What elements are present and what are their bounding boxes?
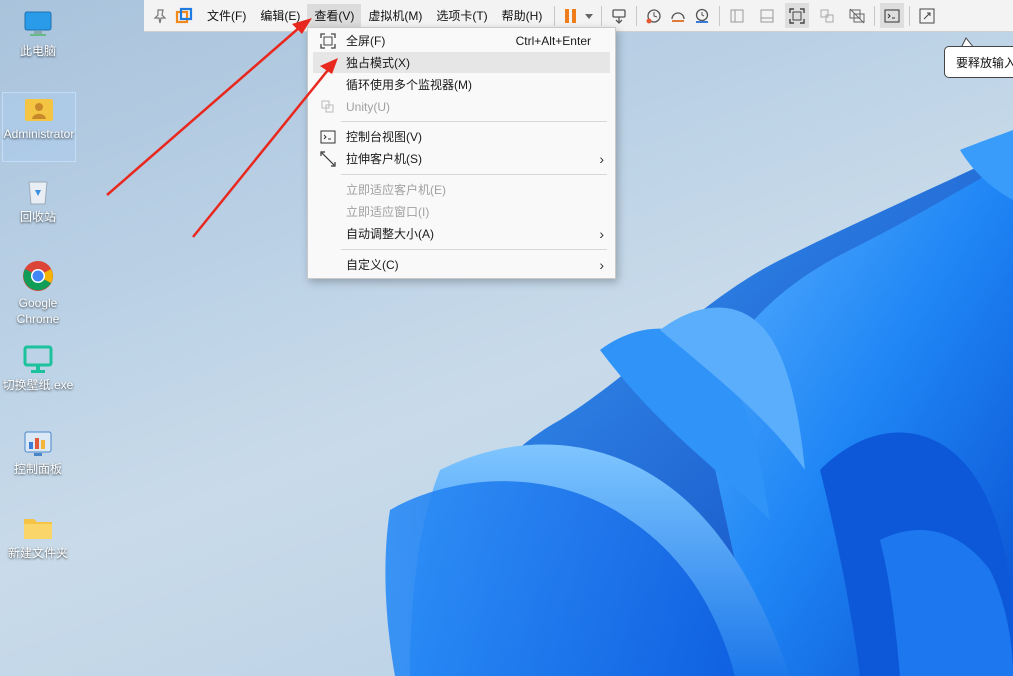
annotation-arrow-to-exclusive-mode (192, 69, 329, 238)
annotation-arrowhead (320, 58, 338, 74)
annotation-arrows (106, 18, 338, 238)
annotation-arrow-to-view-menu (106, 26, 301, 196)
